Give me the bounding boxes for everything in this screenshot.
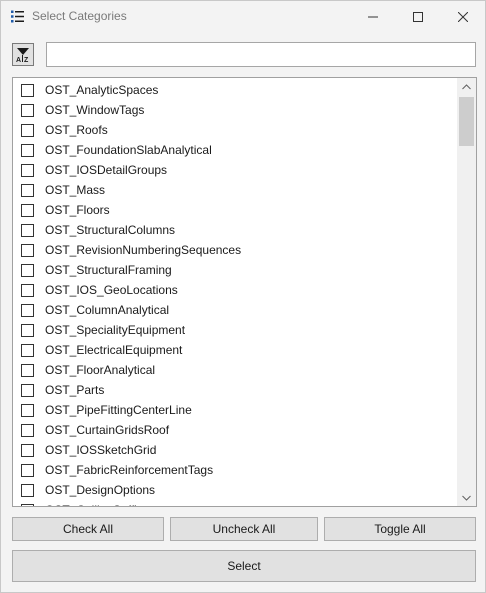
category-label: OST_Parts <box>45 383 105 397</box>
category-label: OST_IOSDetailGroups <box>45 163 168 177</box>
category-label: OST_FoundationSlabAnalytical <box>45 143 212 157</box>
list-item[interactable]: OST_RevisionNumberingSequences <box>13 240 457 260</box>
list-item[interactable]: OST_ElectricalEquipment <box>13 340 457 360</box>
category-checkbox[interactable] <box>21 364 34 377</box>
category-list-items: OST_AnalyticSpaces OST_WindowTags OST_Roof… <box>13 80 457 506</box>
maximize-icon <box>413 11 423 22</box>
category-checkbox[interactable] <box>21 484 34 497</box>
select-categories-window: Select Categories A Z OST_AnalyticSpaces… <box>0 0 486 593</box>
list-item[interactable]: OST_PipeFittingCenterLine <box>13 400 457 420</box>
vertical-scrollbar[interactable] <box>457 78 476 506</box>
category-label: OST_DesignOptions <box>45 483 156 497</box>
category-label: OST_Roofs <box>45 123 108 137</box>
list-item[interactable]: OST_DesignOptions <box>13 480 457 500</box>
category-checkbox[interactable] <box>21 164 34 177</box>
sort-glyph-z: Z <box>24 57 29 63</box>
close-button[interactable] <box>440 1 486 32</box>
list-item[interactable]: OST_IOSDetailGroups <box>13 160 457 180</box>
category-label: OST_IOSSketchGrid <box>45 443 157 457</box>
list-item[interactable]: OST_CurtainGridsRoof <box>13 420 457 440</box>
category-checkbox[interactable] <box>21 204 34 217</box>
category-label: OST_FloorAnalytical <box>45 363 156 377</box>
category-list[interactable]: OST_AnalyticSpaces OST_WindowTags OST_Roof… <box>12 77 477 507</box>
scroll-thumb[interactable] <box>459 97 474 146</box>
category-checkbox[interactable] <box>21 504 34 506</box>
category-label: OST_StructuralFraming <box>45 263 172 277</box>
category-label: OST_StructuralColumns <box>45 223 176 237</box>
select-button[interactable]: Select <box>12 550 476 582</box>
chevron-down-icon <box>462 495 471 501</box>
list-item[interactable]: OST_FoundationSlabAnalytical <box>13 140 457 160</box>
title-bar[interactable]: Select Categories <box>1 1 485 32</box>
list-item[interactable]: OST_IOSSketchGrid <box>13 440 457 460</box>
list-item[interactable]: OST_AnalyticSpaces <box>13 80 457 100</box>
list-item[interactable]: OST_StructuralColumns <box>13 220 457 240</box>
minimize-button[interactable] <box>350 1 396 32</box>
sort-alpha-icon: A Z <box>16 47 29 63</box>
window-title: Select Categories <box>32 9 127 23</box>
list-item[interactable]: OST_FloorAnalytical <box>13 360 457 380</box>
minimize-icon <box>368 16 378 17</box>
list-item[interactable]: OST_CeilingSoffit <box>13 500 457 506</box>
category-label: OST_CeilingSoffit <box>45 503 140 506</box>
scroll-down-button[interactable] <box>457 489 476 506</box>
category-checkbox[interactable] <box>21 264 34 277</box>
category-label: OST_Mass <box>45 183 106 197</box>
list-item[interactable]: OST_IOS_GeoLocations <box>13 280 457 300</box>
chevron-up-icon <box>462 83 471 89</box>
list-icon <box>11 10 24 23</box>
list-item[interactable]: OST_StructuralFraming <box>13 260 457 280</box>
category-label: OST_PipeFittingCenterLine <box>45 403 192 417</box>
category-label: OST_IOS_GeoLocations <box>45 283 178 297</box>
category-label: OST_ColumnAnalytical <box>45 303 170 317</box>
category-checkbox[interactable] <box>21 404 34 417</box>
category-label: OST_WindowTags <box>45 103 145 117</box>
category-checkbox[interactable] <box>21 464 34 477</box>
category-label: OST_AnalyticSpaces <box>45 83 159 97</box>
sort-glyph-a: A <box>16 57 21 63</box>
category-label: OST_CurtainGridsRoof <box>45 423 170 437</box>
category-checkbox[interactable] <box>21 344 34 357</box>
list-item[interactable]: OST_Parts <box>13 380 457 400</box>
category-label: OST_SpecialityEquipment <box>45 323 186 337</box>
category-checkbox[interactable] <box>21 284 34 297</box>
check-all-button[interactable]: Check All <box>12 517 164 541</box>
list-item[interactable]: OST_Mass <box>13 180 457 200</box>
search-input[interactable] <box>46 42 476 67</box>
category-checkbox[interactable] <box>21 184 34 197</box>
list-item[interactable]: OST_Roofs <box>13 120 457 140</box>
category-checkbox[interactable] <box>21 124 34 137</box>
category-checkbox[interactable] <box>21 384 34 397</box>
sort-button[interactable]: A Z <box>12 43 34 66</box>
maximize-button[interactable] <box>395 1 441 32</box>
close-icon <box>458 11 468 22</box>
list-item[interactable]: OST_FabricReinforcementTags <box>13 460 457 480</box>
list-item[interactable]: OST_SpecialityEquipment <box>13 320 457 340</box>
category-label: OST_Floors <box>45 203 110 217</box>
category-checkbox[interactable] <box>21 224 34 237</box>
category-checkbox[interactable] <box>21 424 34 437</box>
category-label: OST_ElectricalEquipment <box>45 343 183 357</box>
list-item[interactable]: OST_Floors <box>13 200 457 220</box>
category-checkbox[interactable] <box>21 304 34 317</box>
category-checkbox[interactable] <box>21 144 34 157</box>
toggle-all-button[interactable]: Toggle All <box>324 517 476 541</box>
category-checkbox[interactable] <box>21 244 34 257</box>
scroll-up-button[interactable] <box>457 78 476 95</box>
category-checkbox[interactable] <box>21 104 34 117</box>
category-label: OST_FabricReinforcementTags <box>45 463 214 477</box>
list-item[interactable]: OST_ColumnAnalytical <box>13 300 457 320</box>
category-label: OST_RevisionNumberingSequences <box>45 243 242 257</box>
category-checkbox[interactable] <box>21 444 34 457</box>
category-checkbox[interactable] <box>21 84 34 97</box>
category-checkbox[interactable] <box>21 324 34 337</box>
list-item[interactable]: OST_WindowTags <box>13 100 457 120</box>
uncheck-all-button[interactable]: Uncheck All <box>170 517 318 541</box>
